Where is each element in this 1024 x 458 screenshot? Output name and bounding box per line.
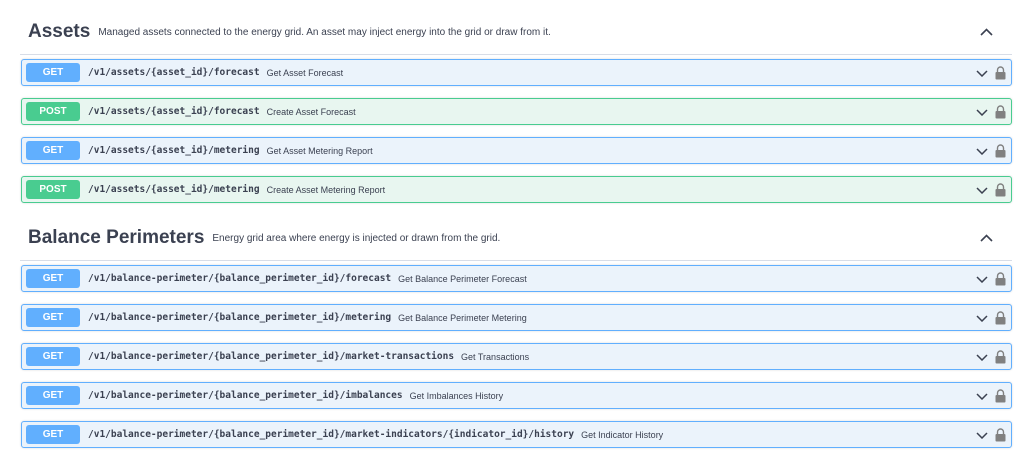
lock-icon[interactable] (994, 143, 1006, 158)
method-badge: GET (26, 63, 80, 82)
chevron-up-icon[interactable] (978, 230, 994, 246)
chevron-down-icon[interactable] (975, 273, 989, 285)
lock-icon[interactable] (994, 427, 1006, 442)
section-header-balance-perimeters[interactable]: Balance Perimeters Energy grid area wher… (20, 216, 1012, 261)
chevron-down-icon[interactable] (975, 145, 989, 157)
section-header-assets[interactable]: Assets Managed assets connected to the e… (20, 10, 1012, 55)
operation-summary: Get Transactions (461, 351, 530, 362)
section-title: Balance Perimeters (28, 227, 205, 248)
operation-summary: Get Asset Forecast (266, 67, 344, 78)
lock-icon[interactable] (994, 271, 1006, 286)
operation-row[interactable]: GET /v1/balance-perimeter/{balance_perim… (21, 421, 1012, 448)
operation-row[interactable]: POST /v1/assets/{asset_id}/metering Crea… (21, 176, 1012, 203)
operation-row[interactable]: GET /v1/balance-perimeter/{balance_perim… (21, 265, 1012, 292)
lock-icon[interactable] (994, 388, 1006, 403)
operation-row[interactable]: GET /v1/assets/{asset_id}/metering Get A… (21, 137, 1012, 164)
lock-icon[interactable] (994, 182, 1006, 197)
method-badge: GET (26, 308, 80, 327)
operation-row[interactable]: GET /v1/balance-perimeter/{balance_perim… (21, 343, 1012, 370)
operation-path: /v1/balance-perimeter/{balance_perimeter… (88, 429, 575, 440)
operation-path: /v1/balance-perimeter/{balance_perimeter… (88, 351, 455, 362)
operation-row[interactable]: GET /v1/assets/{asset_id}/forecast Get A… (21, 59, 1012, 86)
operation-summary: Get Imbalances History (409, 390, 504, 401)
chevron-down-icon[interactable] (975, 351, 989, 363)
operation-summary: Create Asset Forecast (266, 106, 356, 117)
method-badge: POST (26, 102, 80, 121)
operation-row[interactable]: GET /v1/balance-perimeter/{balance_perim… (21, 382, 1012, 409)
method-badge: GET (26, 425, 80, 444)
chevron-down-icon[interactable] (975, 390, 989, 402)
chevron-up-icon[interactable] (978, 24, 994, 40)
operation-summary: Get Asset Metering Report (266, 145, 373, 156)
method-badge: GET (26, 386, 80, 405)
lock-icon[interactable] (994, 310, 1006, 325)
operation-path: /v1/balance-perimeter/{balance_perimeter… (88, 273, 392, 284)
chevron-down-icon[interactable] (975, 67, 989, 79)
operation-row[interactable]: POST /v1/assets/{asset_id}/forecast Crea… (21, 98, 1012, 125)
chevron-down-icon[interactable] (975, 312, 989, 324)
lock-icon[interactable] (994, 104, 1006, 119)
operation-summary: Get Balance Perimeter Forecast (398, 273, 527, 284)
chevron-down-icon[interactable] (975, 429, 989, 441)
operation-path: /v1/assets/{asset_id}/metering (88, 184, 260, 195)
method-badge: POST (26, 180, 80, 199)
operation-summary: Get Indicator History (581, 429, 664, 440)
operation-path: /v1/assets/{asset_id}/forecast (88, 106, 260, 117)
operation-path: /v1/balance-perimeter/{balance_perimeter… (88, 390, 403, 401)
section-title: Assets (28, 21, 91, 42)
method-badge: GET (26, 269, 80, 288)
section-description: Managed assets connected to the energy g… (98, 26, 551, 38)
section-description: Energy grid area where energy is injecte… (212, 232, 501, 244)
lock-icon[interactable] (994, 65, 1006, 80)
operation-path: /v1/balance-perimeter/{balance_perimeter… (88, 312, 392, 323)
operation-summary: Create Asset Metering Report (266, 184, 386, 195)
lock-icon[interactable] (994, 349, 1006, 364)
method-badge: GET (26, 141, 80, 160)
operation-summary: Get Balance Perimeter Metering (398, 312, 527, 323)
operation-path: /v1/assets/{asset_id}/metering (88, 145, 260, 156)
chevron-down-icon[interactable] (975, 106, 989, 118)
method-badge: GET (26, 347, 80, 366)
operation-row[interactable]: GET /v1/balance-perimeter/{balance_perim… (21, 304, 1012, 331)
chevron-down-icon[interactable] (975, 184, 989, 196)
operation-path: /v1/assets/{asset_id}/forecast (88, 67, 260, 78)
